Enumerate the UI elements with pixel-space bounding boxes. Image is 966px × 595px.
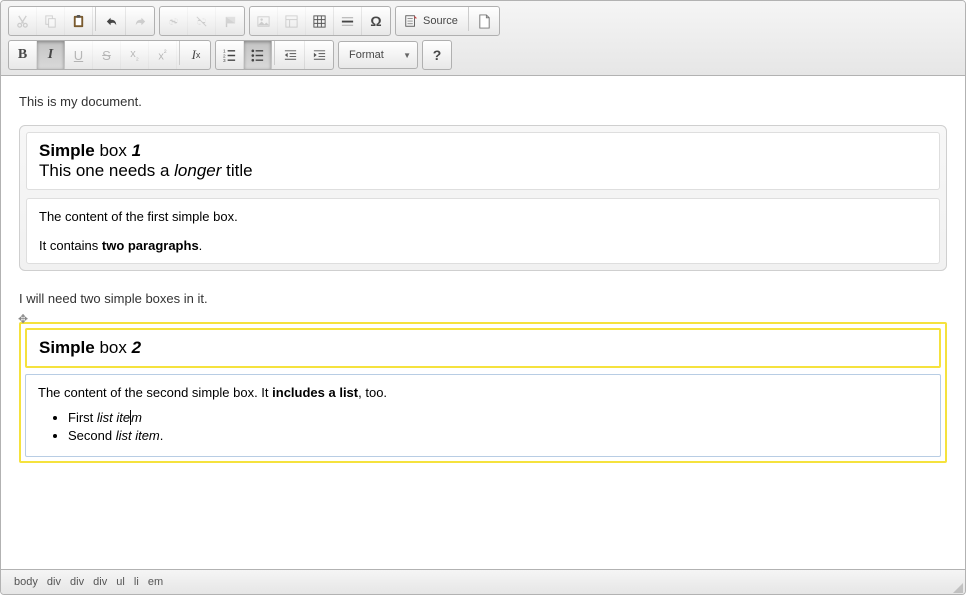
simple-box-2-body[interactable]: The content of the second simple box. It… [25,374,941,457]
bold-button[interactable]: B [9,41,37,69]
undo-button[interactable] [98,7,126,35]
box2-list: First list item Second list item. [38,410,928,443]
editor-frame: Ω Source B I U S x₂ x² Ix [0,0,966,595]
resize-handle-icon[interactable] [953,583,963,593]
bullet-list-button[interactable] [244,41,272,69]
content-wrap: This is my document. Simple box 1 This o… [1,80,965,569]
status-bar: body div div div ul li em [1,569,965,594]
subscript-button[interactable]: x₂ [121,41,149,69]
link-button[interactable] [160,7,188,35]
box1-p2: It contains two paragraphs. [39,238,927,253]
box1-p1: The content of the first simple box. [39,209,927,224]
superscript-button[interactable]: x² [149,41,177,69]
simple-box-2-title[interactable]: Simple box 2 [25,328,941,368]
path-segment[interactable]: em [145,576,166,588]
table-button[interactable] [306,7,334,35]
anchor-button[interactable] [216,7,244,35]
box2-p1: The content of the second simple box. It… [38,385,928,400]
newpage-button[interactable] [471,7,499,35]
format-dropdown[interactable]: Format ▼ [338,41,418,69]
source-label: Source [423,15,458,27]
elements-path[interactable]: body div div div ul li em [11,576,166,588]
chevron-down-icon: ▼ [403,51,411,60]
drag-handle-icon[interactable]: ✥ [18,312,32,326]
path-segment[interactable]: ul [113,576,128,588]
underline-button[interactable]: U [65,41,93,69]
path-segment[interactable]: body [11,576,41,588]
copy-button[interactable] [37,7,65,35]
toolbar-row-1: Ω Source [8,6,958,36]
specialchar-button[interactable]: Ω [362,7,390,35]
help-button[interactable]: ? [423,41,451,69]
content-area[interactable]: This is my document. Simple box 1 This o… [1,80,965,569]
intro-text-1[interactable]: This is my document. [19,94,947,109]
list-item: Second list item. [68,428,928,443]
intro-text-2[interactable]: I will need two simple boxes in it. [19,291,947,306]
path-segment[interactable]: li [131,576,142,588]
strike-button[interactable]: S [93,41,121,69]
paste-button[interactable] [65,7,93,35]
simple-box-1[interactable]: Simple box 1 This one needs a longer tit… [19,125,947,271]
numbered-list-button[interactable]: 123 [216,41,244,69]
toolbar-area: Ω Source B I U S x₂ x² Ix [1,1,965,76]
path-segment[interactable]: div [67,576,87,588]
toolbar-row-2: B I U S x₂ x² Ix 123 Format ▼ ? [8,40,958,70]
outdent-button[interactable] [277,41,305,69]
italic-button[interactable]: I [37,41,65,69]
path-segment[interactable]: div [90,576,110,588]
simple-box-1-title[interactable]: Simple box 1 This one needs a longer tit… [26,132,940,190]
source-icon [404,14,418,28]
simple-box-1-body[interactable]: The content of the first simple box. It … [26,198,940,264]
source-button[interactable]: Source [396,7,466,35]
path-segment[interactable]: div [44,576,64,588]
cut-button[interactable] [9,7,37,35]
svg-text:3: 3 [223,58,226,63]
format-label: Format [349,49,384,61]
image-button[interactable] [250,7,278,35]
redo-button[interactable] [126,7,154,35]
removeformat-button[interactable]: Ix [182,41,210,69]
indent-button[interactable] [305,41,333,69]
simple-box-2[interactable]: ✥ Simple box 2 The content of the second… [19,322,947,463]
list-item: First list item [68,410,928,425]
hr-button[interactable] [334,7,362,35]
doc-button[interactable] [278,7,306,35]
unlink-button[interactable] [188,7,216,35]
